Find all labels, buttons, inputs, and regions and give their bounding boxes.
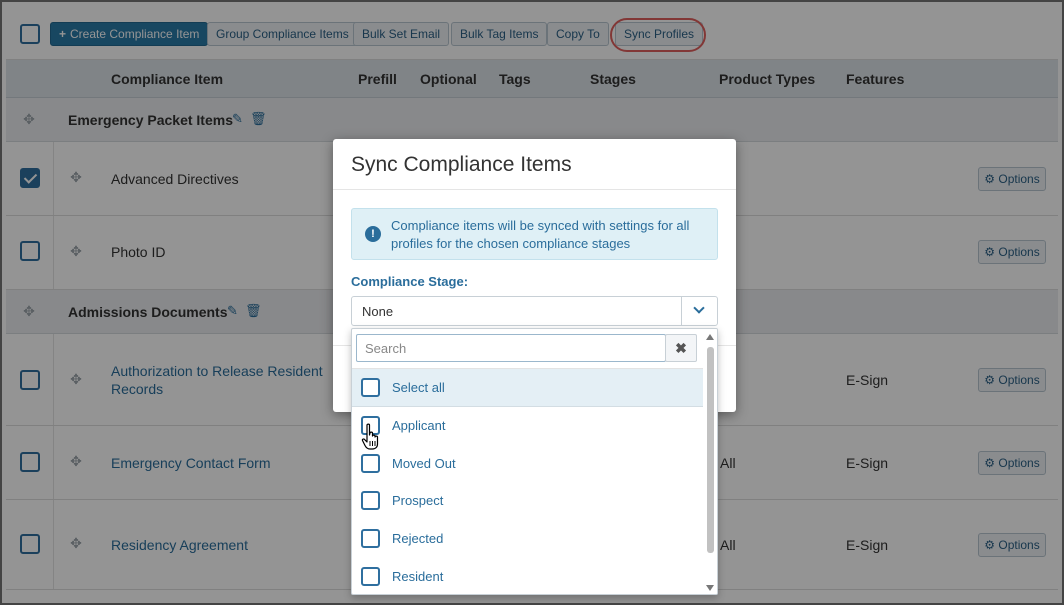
stage-dropdown: ✖ Select all Applicant Moved Out Prospec… bbox=[351, 328, 718, 595]
item-label: Select all bbox=[392, 380, 445, 395]
dropdown-scrollbar[interactable] bbox=[703, 329, 717, 594]
selected-value: None bbox=[362, 304, 394, 319]
modal-divider bbox=[333, 189, 736, 190]
item-checkbox[interactable] bbox=[361, 567, 380, 586]
compliance-stage-label: Compliance Stage: bbox=[351, 274, 469, 289]
dropdown-item-resident[interactable]: Resident bbox=[352, 558, 703, 594]
dropdown-item-select-all[interactable]: Select all bbox=[352, 369, 703, 407]
dropdown-item-applicant[interactable]: Applicant bbox=[352, 407, 703, 445]
item-checkbox[interactable] bbox=[361, 491, 380, 510]
info-alert: ! Compliance items will be synced with s… bbox=[351, 208, 718, 260]
item-label: Applicant bbox=[392, 418, 446, 433]
search-input[interactable] bbox=[356, 334, 666, 362]
hand-cursor-icon bbox=[361, 423, 379, 450]
dropdown-toggle[interactable] bbox=[681, 297, 717, 325]
clear-search-button[interactable]: ✖ bbox=[665, 334, 697, 362]
scroll-thumb[interactable] bbox=[707, 347, 714, 553]
dropdown-item-prospect[interactable]: Prospect bbox=[352, 482, 703, 520]
search-wrap: ✖ bbox=[352, 329, 703, 369]
item-checkbox[interactable] bbox=[361, 454, 380, 473]
item-checkbox[interactable] bbox=[361, 529, 380, 548]
item-label: Moved Out bbox=[392, 456, 456, 471]
item-label: Resident bbox=[392, 569, 444, 584]
dropdown-item-rejected[interactable]: Rejected bbox=[352, 520, 703, 558]
item-label: Rejected bbox=[392, 531, 444, 546]
dropdown-item-moved-out[interactable]: Moved Out bbox=[352, 445, 703, 483]
item-label: Prospect bbox=[392, 493, 444, 508]
modal-title: Sync Compliance Items bbox=[351, 153, 572, 176]
app-frame: + Create Compliance Item Group Compliance… bbox=[0, 0, 1064, 605]
compliance-stage-select[interactable]: None bbox=[351, 296, 718, 326]
scroll-up-arrow-icon[interactable] bbox=[706, 334, 714, 340]
scroll-down-arrow-icon[interactable] bbox=[706, 585, 714, 591]
item-checkbox[interactable] bbox=[361, 378, 380, 397]
exclamation-icon: ! bbox=[365, 226, 381, 242]
info-text: Compliance items will be synced with set… bbox=[391, 218, 690, 251]
chevron-down-icon bbox=[693, 302, 705, 314]
